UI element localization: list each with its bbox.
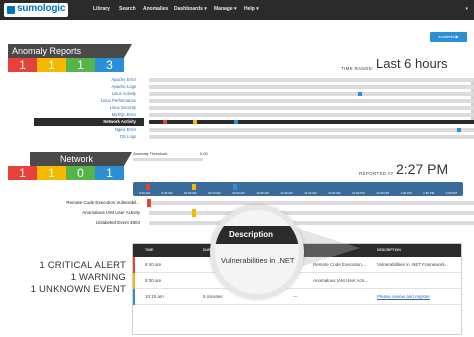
report-bar xyxy=(149,105,474,110)
cell-name: Anomalous IAM User Acti... xyxy=(313,278,368,283)
time-range-value[interactable]: Last 6 hours xyxy=(376,56,448,71)
nav-anomalies[interactable]: Anomalies xyxy=(143,6,168,12)
anomaly-marker[interactable] xyxy=(358,91,362,96)
timeline-event-marker[interactable] xyxy=(192,184,196,190)
nav-dashboards[interactable]: Dashboards ▾ xyxy=(174,6,207,12)
severity-flag xyxy=(133,273,135,289)
report-row-selected[interactable]: Network Activity xyxy=(16,118,474,126)
count-warning[interactable]: 1 xyxy=(37,58,66,72)
timeline-tick: 12:30 PM xyxy=(376,191,390,195)
activity-row[interactable]: Remote Code Execution Vulnerabil... xyxy=(16,199,474,207)
count-critical[interactable]: 1 xyxy=(8,58,37,72)
report-label[interactable]: Network Activity xyxy=(103,118,136,126)
report-label[interactable]: OS Logs xyxy=(120,133,136,141)
cell-description: Vulnerabilities in .NET Framework... xyxy=(377,262,449,267)
timeline-event-marker[interactable] xyxy=(233,184,237,190)
incidents-button[interactable]: Incidents ▶ xyxy=(430,32,467,42)
report-bar xyxy=(149,119,474,124)
threshold-slider[interactable] xyxy=(133,158,203,161)
timeline-tick: 11:15 AM xyxy=(304,191,317,195)
timeline-event-marker[interactable] xyxy=(146,184,150,190)
table-row[interactable]: 10:15 am 5 minutes --- Please review and… xyxy=(133,289,461,305)
report-bar xyxy=(149,77,474,82)
severity-flag xyxy=(133,289,135,305)
cell-time: 10:15 am xyxy=(145,294,164,299)
activity-marker[interactable] xyxy=(192,209,196,217)
timeline-tick: 9:45 AM xyxy=(161,191,173,195)
warning-summary: 1 WARNING xyxy=(70,272,126,283)
nav-help[interactable]: Help ▾ xyxy=(244,6,259,12)
unknown-event-summary: 1 UNKNOWN EVENT xyxy=(30,284,126,295)
logo-mark-icon xyxy=(7,6,15,14)
report-bar xyxy=(149,98,474,103)
timeline-tick: 1:30 PM xyxy=(423,191,435,195)
timeline-tick: 11:00 AM xyxy=(280,191,293,195)
anomaly-marker[interactable] xyxy=(457,127,461,132)
logo-subtitle: ... xyxy=(72,9,75,13)
activity-bar xyxy=(149,201,474,205)
nav-library[interactable]: Library xyxy=(93,6,110,12)
anomaly-marker[interactable] xyxy=(163,119,167,124)
anomaly-counts: 1 1 1 3 xyxy=(8,58,124,72)
report-bar xyxy=(149,134,474,139)
count-ok[interactable]: 0 xyxy=(66,166,95,180)
timeline-tick: 12:00 PM xyxy=(351,191,365,195)
timeline-tick: 11:30 AM xyxy=(328,191,341,195)
count-warning[interactable]: 1 xyxy=(37,166,66,180)
report-bar xyxy=(149,112,474,117)
count-critical[interactable]: 1 xyxy=(8,166,37,180)
count-unknown[interactable]: 1 xyxy=(95,166,124,180)
network-activity-header: Network Activity xyxy=(30,152,120,178)
column-header[interactable]: DESCRIPTION xyxy=(377,248,401,252)
timeline-tick: 10:45 AM xyxy=(256,191,269,195)
lens-description: Vulnerabilities in .NET xyxy=(221,256,295,265)
nav-search[interactable]: Search xyxy=(119,6,136,12)
timeline-tick: 10:00 AM xyxy=(183,191,197,195)
timeline-tick: 10:15 AM xyxy=(207,191,221,195)
threshold-label: Anomaly Threshold xyxy=(133,151,168,156)
nav-manage[interactable]: Manage ▾ xyxy=(214,6,237,12)
activity-label[interactable]: Remote Code Execution Vulnerabil... xyxy=(66,199,140,207)
timeline-tick: 1:00 PM xyxy=(400,191,412,195)
critical-alert-summary: 1 CRITICAL ALERT xyxy=(39,260,126,271)
report-row[interactable]: OS Logs xyxy=(16,133,474,141)
activity-bar xyxy=(149,221,474,225)
severity-flag xyxy=(133,257,135,273)
report-bar xyxy=(149,127,474,132)
timeline-tick: 2:00 PM xyxy=(445,191,457,195)
reported-at-label: REPORTED AT xyxy=(359,171,394,176)
anomaly-summary-header: Anomaly Reports Summary xyxy=(8,44,120,70)
sumologic-logo[interactable]: sumologic xyxy=(4,3,68,17)
cell-time: 9:30 am xyxy=(145,278,162,283)
logo-text: sumologic xyxy=(17,3,66,14)
anomaly-marker[interactable] xyxy=(193,119,197,124)
activity-counts: 1 1 0 1 xyxy=(8,166,124,180)
timeline-axis: 9:30 AM 9:45 AM 10:00 AM 10:15 AM 10:30 … xyxy=(133,191,463,196)
column-header[interactable]: TIME xyxy=(145,248,153,252)
activity-bar xyxy=(149,211,474,215)
reported-at-value: 2:27 PM xyxy=(396,161,449,177)
lens-title: Description xyxy=(229,230,274,239)
review-register-link[interactable]: Please review and register xyxy=(377,294,430,299)
user-menu-chevron-icon[interactable]: ▾ xyxy=(465,6,468,12)
threshold-value: 0.00 xyxy=(200,151,208,156)
timeline-tick: 9:30 AM xyxy=(139,191,151,195)
report-bar xyxy=(149,84,474,89)
activity-label[interactable]: Anomalous IAM User Activity xyxy=(82,209,140,217)
count-ok[interactable]: 1 xyxy=(66,58,95,72)
cell-name: --- xyxy=(293,294,298,299)
activity-label[interactable]: Unlabeled Event 4804 xyxy=(96,219,140,227)
time-range-label: TIME RANGE: xyxy=(341,66,374,71)
anomaly-marker[interactable] xyxy=(234,119,238,124)
report-bar xyxy=(149,91,474,96)
cell-duration: 5 minutes xyxy=(203,294,223,299)
cell-time: 8:40 am xyxy=(145,262,162,267)
activity-marker[interactable] xyxy=(147,199,151,207)
top-nav-bar: sumologic ... Library Search Anomalies D… xyxy=(0,0,474,20)
count-unknown[interactable]: 3 xyxy=(95,58,124,72)
timeline-tick: 10:30 AM xyxy=(232,191,245,195)
magnifier-lens: Description Vulnerabilities in .NET xyxy=(210,205,304,299)
